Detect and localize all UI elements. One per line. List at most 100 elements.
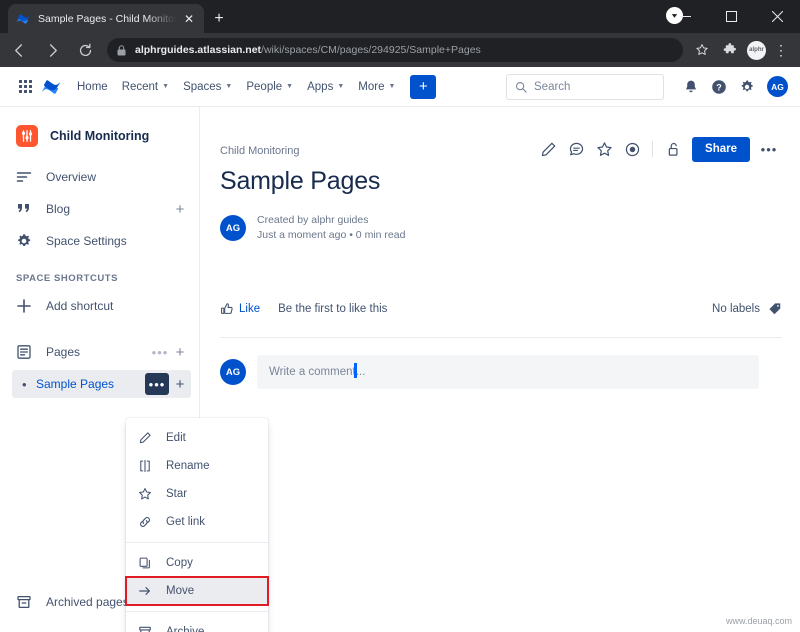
settings-gear-icon (16, 233, 36, 249)
edit-pencil-icon (136, 431, 154, 445)
overview-lines-icon (16, 169, 36, 185)
chevron-down-icon: ▼ (162, 83, 169, 90)
breadcrumb[interactable]: Child Monitoring (220, 145, 299, 157)
sidebar-item-label: Space Settings (46, 234, 189, 248)
reload-button[interactable] (71, 36, 99, 64)
add-blog-post-button[interactable]: + (171, 201, 189, 218)
pages-more-actions-button[interactable]: ••• (149, 345, 171, 360)
menu-item-copy[interactable]: Copy (126, 549, 268, 577)
menu-item-label: Move (166, 585, 194, 597)
svg-text:?: ? (716, 82, 722, 92)
label-tag-icon[interactable] (768, 302, 782, 316)
nav-item-people[interactable]: People ▼ (239, 76, 300, 98)
sidebar-item-label: Overview (46, 170, 189, 184)
restrictions-unlock-icon[interactable] (660, 136, 686, 162)
back-button[interactable] (5, 36, 33, 64)
browser-profile-avatar[interactable]: alphr (747, 41, 766, 60)
menu-item-rename[interactable]: Rename (126, 452, 268, 480)
nav-item-spaces[interactable]: Spaces ▼ (176, 76, 239, 98)
create-button[interactable]: + (410, 75, 436, 99)
user-avatar[interactable]: AG (767, 76, 788, 97)
like-note: Be the first to like this (278, 303, 387, 315)
menu-item-move[interactable]: Move (126, 577, 268, 605)
add-shortcut-button[interactable]: Add shortcut (0, 290, 199, 322)
thumbs-up-icon[interactable] (220, 302, 234, 316)
page-tree-item-sample-pages[interactable]: • Sample Pages ••• + (12, 370, 191, 398)
nav-item-home[interactable]: Home (70, 76, 115, 98)
add-shortcut-label: Add shortcut (46, 299, 189, 313)
window-close-button[interactable] (754, 0, 800, 33)
plus-icon (16, 298, 36, 314)
window-controls (662, 0, 800, 33)
archive-box-icon (16, 594, 36, 610)
forward-button[interactable] (38, 36, 66, 64)
page-byline: AG Created by alphr guides Just a moment… (220, 213, 405, 243)
nav-item-apps[interactable]: Apps ▼ (300, 76, 351, 98)
sidebar-item-overview[interactable]: Overview (0, 161, 199, 193)
labels-group[interactable]: No labels (712, 302, 782, 316)
menu-item-star[interactable]: Star (126, 480, 268, 508)
sidebar-item-blog[interactable]: Blog + (0, 193, 199, 225)
app-switcher-grid-icon[interactable] (12, 74, 38, 100)
add-page-button[interactable]: + (171, 344, 189, 361)
created-by-text: Created by alphr guides (257, 213, 405, 228)
menu-item-label: Archive (166, 626, 204, 632)
search-input[interactable]: Search (506, 74, 664, 100)
link-chain-icon (136, 515, 154, 529)
confluence-logo-icon[interactable] (38, 74, 64, 100)
comment-input[interactable]: Write a comment... (257, 355, 759, 389)
like-bar: Like Be the first to like this No labels (220, 302, 782, 316)
nav-item-recent[interactable]: Recent ▼ (115, 76, 176, 98)
author-avatar[interactable]: AG (220, 215, 246, 241)
url-path: /wiki/spaces/CM/pages/294925/Sample+Page… (261, 44, 481, 56)
menu-separator (126, 611, 268, 612)
menu-separator (126, 542, 268, 543)
space-shortcuts-heading: SPACE SHORTCUTS (0, 257, 199, 290)
address-bar[interactable]: alphrguides.atlassian.net/wiki/spaces/CM… (107, 38, 683, 62)
toolbar-divider (652, 141, 653, 157)
page-meta-text: Just a moment ago • 0 min read (257, 228, 405, 243)
help-question-icon[interactable]: ? (706, 74, 732, 100)
star-icon[interactable] (591, 136, 617, 162)
text-cursor (354, 363, 357, 378)
page-more-actions-button[interactable]: ••• (145, 373, 169, 395)
archive-box-icon (136, 625, 154, 632)
edit-pencil-icon[interactable] (535, 136, 561, 162)
sidebar-item-pages[interactable]: Pages ••• + (0, 336, 199, 368)
page-title: Sample Pages (220, 167, 380, 196)
move-arrow-icon (136, 584, 154, 598)
nav-item-label: Spaces (183, 81, 221, 93)
like-button-label[interactable]: Like (239, 303, 260, 315)
comment-avatar: AG (220, 359, 246, 385)
watch-eye-icon[interactable] (619, 136, 645, 162)
menu-item-archive[interactable]: Archive (126, 618, 268, 632)
notifications-bell-icon[interactable] (678, 74, 704, 100)
window-maximize-button[interactable] (708, 0, 754, 33)
menu-item-label: Get link (166, 516, 205, 528)
sidebar-item-label: Pages (46, 345, 149, 359)
menu-item-label: Rename (166, 460, 209, 472)
bookmark-star-icon[interactable] (689, 37, 715, 63)
nav-item-more[interactable]: More ▼ (351, 76, 402, 98)
extensions-puzzle-icon[interactable] (717, 37, 743, 63)
menu-item-get-link[interactable]: Get link (126, 508, 268, 536)
space-header[interactable]: Child Monitoring (0, 107, 199, 161)
new-tab-button[interactable]: + (208, 8, 230, 30)
comment-icon[interactable] (563, 136, 589, 162)
browser-tabstrip: Sample Pages - Child Monitoring ✕ + (0, 0, 800, 33)
window-minimize-button[interactable] (662, 0, 708, 33)
browser-menu-icon[interactable]: ⋮ (768, 37, 794, 63)
settings-gear-icon[interactable] (734, 74, 760, 100)
browser-tab[interactable]: Sample Pages - Child Monitoring ✕ (8, 4, 204, 33)
page-tree-item-label[interactable]: Sample Pages (36, 377, 145, 391)
add-child-page-button[interactable]: + (169, 376, 191, 393)
product-top-navigation: Home Recent ▼ Spaces ▼ People ▼ Apps ▼ M… (0, 67, 800, 107)
tab-close-icon[interactable]: ✕ (182, 12, 196, 26)
page-more-actions-icon[interactable]: ••• (756, 136, 782, 162)
share-button[interactable]: Share (692, 137, 750, 162)
address-bar-url: alphrguides.atlassian.net/wiki/spaces/CM… (135, 44, 481, 56)
nav-item-label: Apps (307, 81, 333, 93)
sidebar-item-space-settings[interactable]: Space Settings (0, 225, 199, 257)
menu-item-edit[interactable]: Edit (126, 424, 268, 452)
search-placeholder: Search (534, 81, 570, 93)
